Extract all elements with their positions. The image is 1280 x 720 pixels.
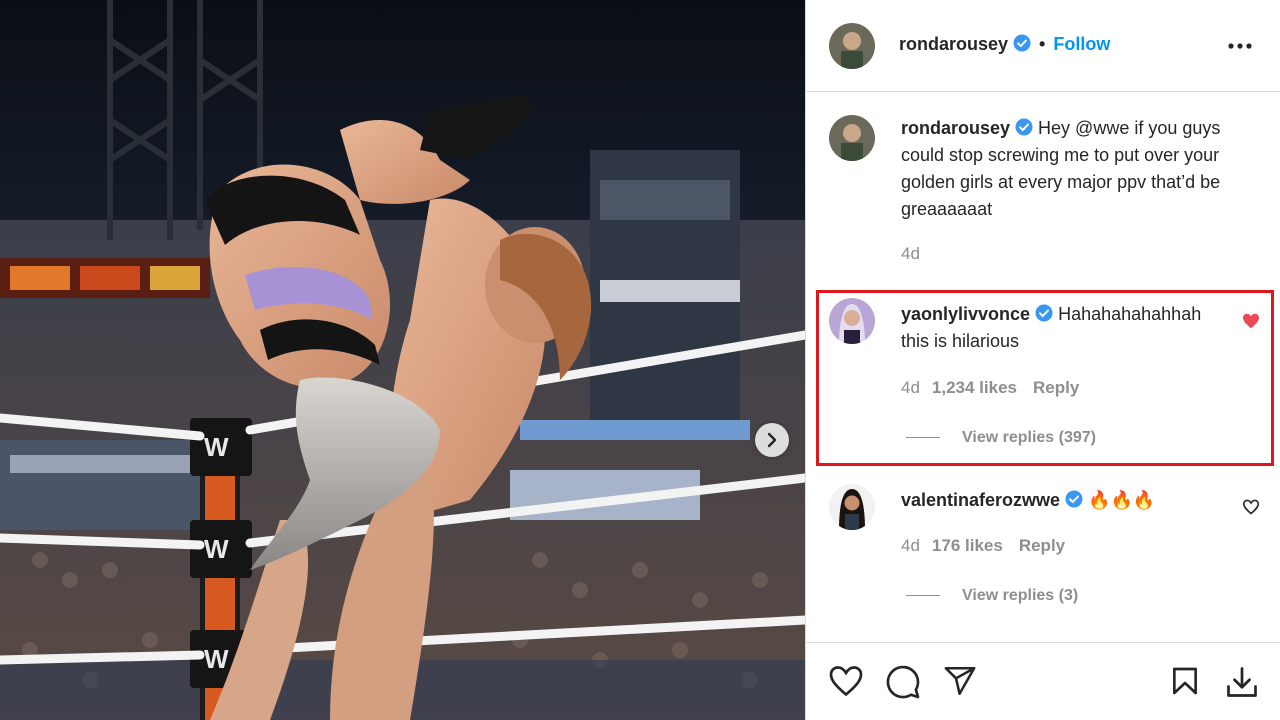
comment-like-button[interactable] [1242, 499, 1260, 520]
view-replies-button[interactable]: View replies (397) [906, 429, 1096, 447]
verified-badge-icon [1035, 304, 1053, 322]
follow-button[interactable]: Follow [1053, 34, 1110, 54]
verified-badge-icon [1013, 34, 1031, 52]
verified-badge-icon [1065, 490, 1083, 508]
comment-text-block: valentinaferozwwe 🔥🔥🔥 [901, 487, 1231, 514]
comment-text: 🔥🔥🔥 [1088, 490, 1156, 510]
comment-likes[interactable]: 1,234 likes [932, 378, 1017, 397]
next-media-button[interactable] [755, 423, 789, 457]
author-avatar[interactable] [829, 23, 875, 69]
like-button[interactable] [828, 664, 864, 703]
download-icon [1227, 667, 1257, 697]
comment-button[interactable] [885, 664, 921, 705]
wrestling-photo: W W W [0, 0, 805, 720]
share-button[interactable] [942, 664, 978, 703]
commenter-avatar[interactable] [829, 298, 875, 344]
heart-filled-icon [1243, 313, 1259, 329]
comment-time[interactable]: 4d [901, 378, 920, 397]
caption-meta: 4d [901, 244, 920, 264]
svg-text:W: W [204, 534, 229, 564]
comment-like-button[interactable] [1242, 313, 1260, 334]
caption-avatar[interactable] [829, 115, 875, 161]
header-line: rondarousey • Follow [899, 34, 1110, 55]
verified-badge-icon [1015, 118, 1033, 136]
action-bar [806, 642, 1280, 720]
caption-text-block: rondarousey Hey @wwe if you guys could s… [901, 115, 1246, 223]
comment-text-block: yaonlylivvonce Hahahahahahhah this is hi… [901, 301, 1231, 355]
view-replies-button[interactable]: View replies (3) [906, 587, 1078, 605]
chevron-right-icon [767, 432, 777, 448]
heart-outline-icon [1242, 499, 1260, 515]
post-panel: rondarousey • Follow rondarousey Hey @wwe … [805, 0, 1280, 720]
svg-text:W: W [204, 644, 229, 674]
commenter-username[interactable]: yaonlylivvonce [901, 304, 1030, 324]
commenter-avatar[interactable] [829, 484, 875, 530]
post-header: rondarousey • Follow [806, 0, 1280, 92]
header-separator: • [1039, 34, 1046, 54]
caption-time[interactable]: 4d [901, 244, 920, 263]
comment-item: yaonlylivvonce Hahahahahahhah this is hi… [806, 298, 1280, 458]
reply-button[interactable]: Reply [1033, 378, 1079, 397]
author-username[interactable]: rondarousey [899, 34, 1008, 54]
replies-divider [906, 595, 940, 597]
view-replies-label: View replies (397) [962, 429, 1096, 446]
share-icon [944, 666, 976, 696]
caption-username[interactable]: rondarousey [901, 118, 1010, 138]
reply-button[interactable]: Reply [1019, 536, 1065, 555]
more-options-button[interactable] [1227, 36, 1253, 61]
commenter-username[interactable]: valentinaferozwwe [901, 490, 1060, 510]
post-media[interactable]: W W W [0, 0, 805, 720]
bookmark-icon [1173, 667, 1197, 695]
save-button[interactable] [1169, 664, 1201, 703]
comment-likes[interactable]: 176 likes [932, 536, 1003, 555]
comment-meta: 4d 1,234 likes Reply [901, 378, 1079, 398]
download-button[interactable] [1224, 664, 1260, 705]
more-options-icon [1228, 43, 1252, 49]
replies-divider [906, 437, 940, 439]
comment-time[interactable]: 4d [901, 536, 920, 555]
svg-text:W: W [204, 432, 229, 462]
heart-icon [829, 666, 863, 697]
comment-icon [886, 665, 920, 699]
post-caption: rondarousey Hey @wwe if you guys could s… [806, 110, 1280, 280]
comment-meta: 4d 176 likes Reply [901, 536, 1065, 556]
comment-item: valentinaferozwwe 🔥🔥🔥 4d 176 likes Reply V… [806, 484, 1280, 634]
view-replies-label: View replies (3) [962, 587, 1079, 604]
